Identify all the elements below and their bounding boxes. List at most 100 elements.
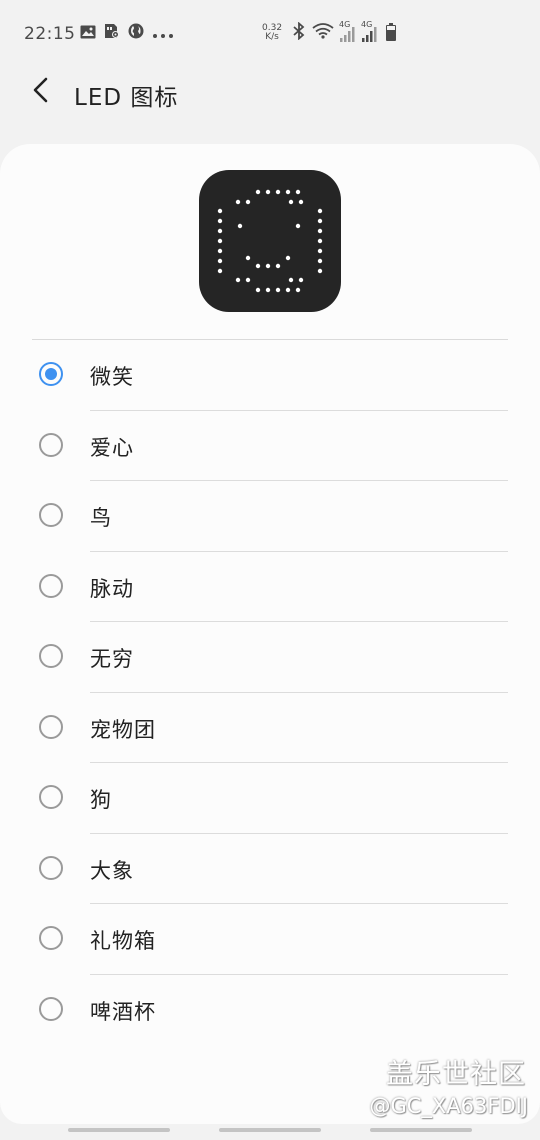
led-dot	[317, 208, 323, 214]
radio-button[interactable]	[39, 362, 63, 386]
nav-back-handle[interactable]	[370, 1128, 472, 1132]
back-button[interactable]	[20, 72, 60, 112]
led-dot	[255, 287, 261, 293]
sim1-label: 4G	[339, 20, 351, 29]
app-header: LED 图标	[0, 62, 540, 128]
net-speed-unit: K/s	[265, 32, 279, 42]
option-item[interactable]: 无穷	[0, 622, 540, 693]
radio-button[interactable]	[39, 996, 63, 1021]
option-item[interactable]: 微笑	[0, 340, 540, 411]
settings-card: 微笑爱心鸟脉动无穷宠物团狗大象礼物箱啤酒杯	[0, 144, 540, 1124]
led-dot	[275, 189, 281, 195]
battery-icon	[386, 23, 396, 41]
option-label: 宠物团	[90, 717, 156, 742]
globe-icon	[128, 23, 144, 43]
led-dot	[317, 238, 323, 244]
option-label: 啤酒杯	[90, 999, 156, 1024]
net-speed: 0.32 K/s	[262, 24, 282, 42]
option-item[interactable]: 爱心	[0, 411, 540, 481]
radio-button[interactable]	[39, 714, 63, 739]
led-dot	[255, 263, 261, 269]
navigation-bar	[0, 1124, 540, 1140]
led-dot	[275, 287, 281, 293]
option-label: 鸟	[90, 506, 112, 530]
led-dot	[275, 263, 281, 269]
status-time: 22:15	[24, 24, 76, 44]
option-label: 礼物箱	[90, 929, 156, 953]
status-right-icons: 0.32 K/s 4G 4G	[262, 20, 396, 44]
led-dot	[217, 208, 223, 214]
nav-home-handle[interactable]	[219, 1128, 321, 1132]
option-item[interactable]: 啤酒杯	[0, 975, 540, 1046]
led-dot	[265, 263, 271, 269]
option-item[interactable]: 鸟	[0, 481, 540, 552]
back-arrow-icon	[31, 76, 49, 108]
option-item[interactable]: 礼物箱	[0, 904, 540, 975]
led-dot	[217, 228, 223, 234]
radio-button[interactable]	[39, 785, 63, 809]
nav-recents-handle[interactable]	[68, 1128, 170, 1132]
radio-button[interactable]	[39, 644, 63, 668]
watermark-site: 盖乐世社区	[386, 1059, 526, 1090]
led-dot	[285, 287, 291, 293]
led-dot	[245, 199, 251, 205]
led-dot	[298, 199, 304, 205]
led-dot	[298, 277, 304, 283]
option-item[interactable]: 宠物团	[0, 693, 540, 763]
option-label: 脉动	[90, 576, 134, 601]
led-dot	[235, 277, 241, 283]
status-left-icons	[80, 23, 174, 43]
led-dot	[317, 268, 323, 274]
led-dot	[295, 189, 301, 195]
led-dot	[317, 218, 323, 224]
led-dot	[285, 189, 291, 195]
option-label: 无穷	[90, 647, 134, 671]
signal-icon: 4G	[339, 20, 356, 42]
led-dot	[245, 277, 251, 283]
led-dot	[217, 268, 223, 274]
led-dot	[235, 199, 241, 205]
option-item[interactable]: 脉动	[0, 552, 540, 622]
led-dot	[295, 287, 301, 293]
status-bar: 22:15 0.32 K/s 4G 4G	[0, 0, 540, 62]
led-icon-options: 微笑爱心鸟脉动无穷宠物团狗大象礼物箱啤酒杯	[0, 340, 540, 1045]
option-label: 大象	[90, 858, 134, 883]
image-icon	[80, 24, 96, 43]
led-dot	[245, 255, 251, 261]
watermark-user: @GC_XA63FDIJ	[369, 1094, 528, 1118]
led-dot	[317, 248, 323, 254]
option-item[interactable]: 大象	[0, 834, 540, 904]
led-dot	[317, 228, 323, 234]
radio-button[interactable]	[39, 926, 63, 950]
radio-button[interactable]	[39, 855, 63, 880]
led-dot	[217, 248, 223, 254]
wifi-icon	[312, 23, 334, 43]
signal-icon: 4G	[361, 20, 378, 42]
led-dot	[255, 189, 261, 195]
led-dot	[265, 287, 271, 293]
led-dot	[295, 223, 301, 229]
battery-fill	[387, 30, 395, 40]
led-dot	[265, 189, 271, 195]
radio-button[interactable]	[39, 503, 63, 527]
option-label: 狗	[90, 788, 112, 812]
radio-button[interactable]	[39, 432, 63, 457]
led-dot-matrix	[217, 189, 323, 293]
led-dot	[217, 218, 223, 224]
page-title: LED 图标	[74, 85, 179, 111]
option-item[interactable]: 狗	[0, 763, 540, 834]
led-dot	[317, 258, 323, 264]
option-label: 微笑	[90, 365, 134, 389]
led-preview-icon	[199, 170, 341, 312]
led-dot	[237, 223, 243, 229]
led-dot	[217, 238, 223, 244]
led-dot	[217, 258, 223, 264]
led-dot	[285, 255, 291, 261]
led-dot	[288, 277, 294, 283]
more-dots-icon	[152, 24, 174, 43]
led-dot	[288, 199, 294, 205]
bluetooth-icon	[292, 21, 306, 44]
sim2-label: 4G	[361, 20, 373, 29]
radio-button[interactable]	[39, 573, 63, 598]
sim-settings-icon	[104, 23, 120, 43]
